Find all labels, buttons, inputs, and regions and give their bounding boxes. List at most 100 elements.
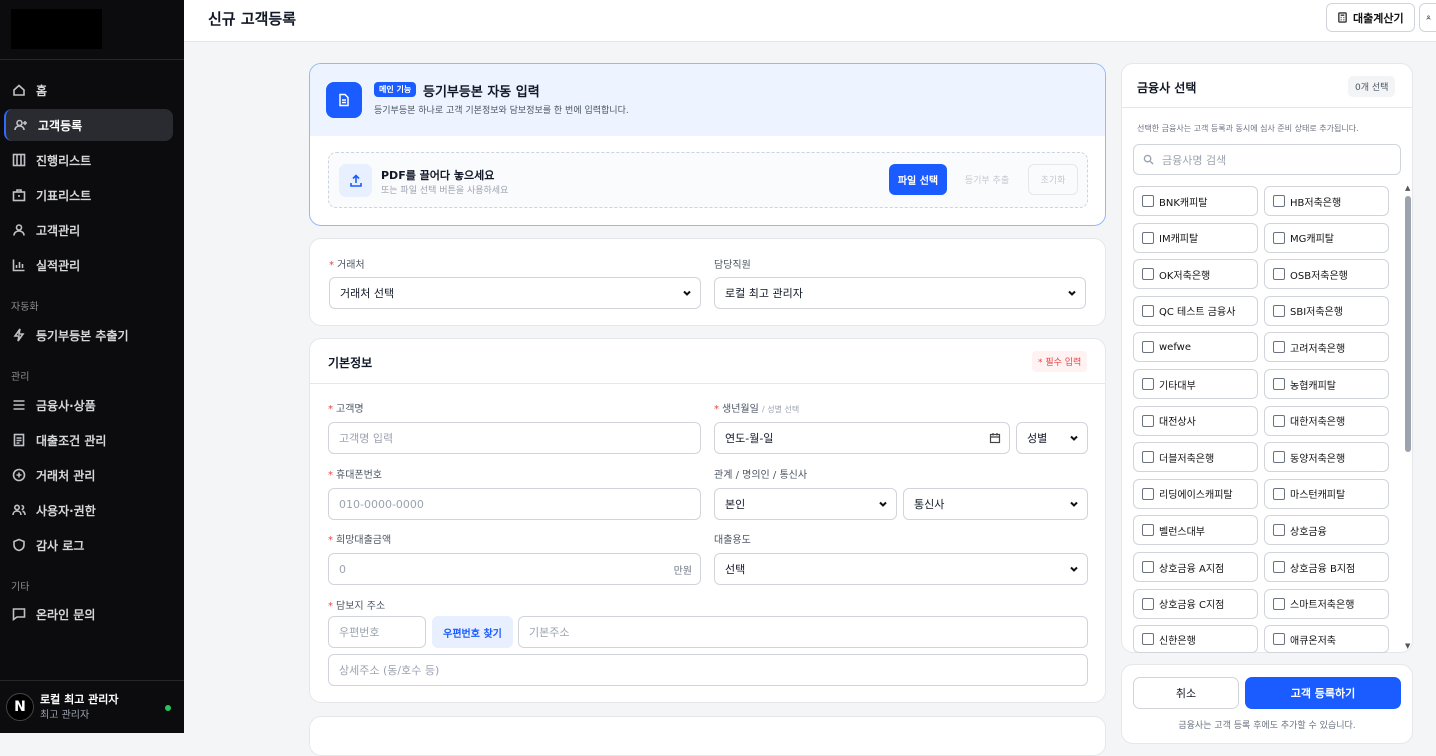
nav-progress-list[interactable]: 진행리스트	[4, 144, 173, 176]
chevron-down-icon	[683, 290, 691, 296]
nav-label: 고객관리	[36, 223, 81, 238]
users-icon	[12, 503, 26, 517]
main-feature-badge: 메인 기능	[374, 82, 417, 97]
customer-name-label: * 고객명	[328, 400, 364, 415]
nav-partners[interactable]: 거래처 관리	[4, 459, 173, 491]
scroll-up-icon[interactable]: ▲	[1405, 184, 1410, 192]
detail-address-input[interactable]: 상세주소 (동/호수 등)	[328, 654, 1088, 686]
relation-label: 관계 / 명의인 / 통신사	[714, 470, 808, 481]
loan-amount-input[interactable]: 0 만원	[328, 553, 701, 585]
lender-checkbox[interactable]: 농협캐피탈	[1264, 369, 1389, 399]
checkbox-icon	[1273, 341, 1285, 354]
lender-checkbox[interactable]: MG캐피탈	[1264, 222, 1389, 253]
scrollbar-thumb[interactable]	[1405, 196, 1411, 452]
chevron-down-icon	[1068, 290, 1076, 296]
online-status-dot	[165, 705, 171, 711]
relation-select[interactable]: 본인	[714, 488, 897, 520]
nav-customer-manage[interactable]: 고객관리	[4, 214, 173, 246]
nav-label: 기표리스트	[36, 188, 92, 203]
pdf-dropzone[interactable]: PDF를 끌어다 놓으세요 또는 파일 선택 버튼을 사용하세요 파일 선택 등…	[328, 152, 1088, 208]
reset-button[interactable]: 초기화	[1028, 164, 1078, 195]
lender-checkbox[interactable]: HB저축은행	[1264, 186, 1389, 216]
lender-checkbox[interactable]: 신한은행	[1133, 625, 1258, 654]
lender-checkbox[interactable]: BNK캐피탈	[1133, 186, 1258, 216]
relation-select-value: 본인	[725, 498, 746, 511]
lender-checkbox[interactable]: 동양저축은행	[1264, 442, 1389, 473]
section-auto: 자동화	[11, 302, 39, 313]
lender-checkbox-label: IM캐피탈	[1159, 234, 1199, 246]
chevron-down-icon	[1070, 501, 1078, 507]
carrier-select[interactable]: 통신사	[903, 488, 1088, 520]
checkbox-icon	[1142, 633, 1154, 646]
user-role: 최고 관리자	[40, 710, 90, 721]
lender-checkbox-label: 기타대부	[1159, 380, 1196, 392]
zipcode-input[interactable]: 우편번호	[328, 616, 426, 648]
user-plus-icon	[14, 118, 28, 132]
registry-auto-card: 메인 기능 등기부등본 자동 입력 등기부등본 하나로 고객 기본정보와 담보정…	[309, 63, 1106, 226]
loan-amount-placeholder: 0	[339, 562, 346, 576]
nav-online-inquiry[interactable]: 온라인 문의	[4, 598, 173, 630]
lender-checkbox[interactable]: QC 테스트 금융사	[1133, 295, 1258, 326]
lender-checkbox[interactable]: OSB저축은행	[1264, 259, 1389, 290]
birth-date-input[interactable]: 연도-월-일	[714, 422, 1010, 454]
lender-checkbox[interactable]: OK저축은행	[1133, 259, 1258, 290]
register-customer-button[interactable]: 고객 등록하기	[1245, 677, 1401, 709]
lender-checkbox[interactable]: 기타대부	[1133, 369, 1258, 399]
lender-checkbox[interactable]: 상호금융	[1264, 515, 1389, 546]
lender-checkbox[interactable]: 대전상사	[1133, 405, 1258, 436]
phone-input[interactable]: 010-0000-0000	[328, 488, 701, 520]
nav-loan-conditions[interactable]: 대출조건 관리	[4, 424, 173, 456]
base-address-input[interactable]: 기본주소	[518, 616, 1088, 648]
lender-checkbox[interactable]: 대한저축은행	[1264, 405, 1389, 436]
page-title: 신규 고객등록	[208, 10, 297, 28]
loan-calculator-label: 대출계산기	[1353, 11, 1404, 25]
scroll-down-icon[interactable]: ▼	[1405, 642, 1410, 650]
lender-checkbox[interactable]: IM캐피탈	[1133, 222, 1258, 253]
nav-performance[interactable]: 실적관리	[4, 249, 173, 281]
lender-checkbox[interactable]: 애큐온저축	[1264, 625, 1389, 654]
nav-registry-extractor[interactable]: 등기부등본 추출기	[4, 319, 173, 351]
registry-card-header	[310, 64, 1105, 136]
gender-select[interactable]: 성별	[1016, 422, 1088, 454]
nav-executed-list[interactable]: 기표리스트	[4, 179, 173, 211]
nav-lenders[interactable]: 금융사·상품	[4, 389, 173, 421]
extract-registry-button[interactable]: 등기부 추출	[956, 164, 1018, 195]
loan-purpose-select[interactable]: 선택	[714, 553, 1088, 585]
lender-checkbox[interactable]: SBI저축은행	[1264, 295, 1389, 326]
checkbox-icon	[1142, 487, 1154, 500]
lender-search-input[interactable]: 금융사명 검색	[1133, 144, 1401, 175]
required-badge: * 필수 입력	[1032, 351, 1088, 372]
birth-label-text: 생년월일	[722, 404, 759, 415]
basic-info-card: 기본정보 * 필수 입력 * 고객명 고객명 입력 * 생년월일 / 성별 선택 연…	[309, 338, 1106, 703]
lender-checkbox[interactable]: 리딩에이스캐피탈	[1133, 478, 1258, 509]
lender-checkbox[interactable]: 고려저축은행	[1264, 332, 1389, 363]
lender-checkbox[interactable]: 마스턴캐피탈	[1264, 478, 1389, 509]
user-profile[interactable]: N 로컬 최고 관리자 최고 관리자	[6, 693, 119, 721]
staff-select[interactable]: 로컬 최고 관리자	[714, 277, 1086, 309]
lender-checkbox[interactable]: 상호금융 B지점	[1264, 552, 1389, 582]
lender-checkbox[interactable]: wefwe	[1133, 332, 1258, 363]
nav-audit-log[interactable]: 감사 로그	[4, 529, 173, 561]
partner-select[interactable]: 거래처 선택	[329, 277, 701, 309]
customer-name-input[interactable]: 고객명 입력	[328, 422, 701, 454]
home-icon	[12, 83, 26, 97]
nav-label: 등기부등본 추출기	[36, 328, 129, 343]
lender-checkbox[interactable]: 스마트저축은행	[1264, 588, 1389, 619]
birth-date-value: 연도-월-일	[725, 432, 774, 445]
loan-calculator-button[interactable]: 대출계산기	[1326, 3, 1415, 32]
checkbox-icon	[1273, 561, 1285, 573]
file-select-button[interactable]: 파일 선택	[889, 164, 947, 195]
zipcode-search-button[interactable]: 우편번호 찾기	[432, 616, 513, 648]
cancel-button[interactable]: 취소	[1133, 677, 1239, 709]
lender-checkbox[interactable]: 벨런스대부	[1133, 515, 1258, 546]
lender-checkbox[interactable]: 상호금융 C지점	[1133, 588, 1258, 619]
account-button[interactable]	[1419, 3, 1436, 32]
nav-home[interactable]: 홈	[4, 74, 173, 106]
divider	[0, 680, 184, 681]
checkbox-icon	[1273, 451, 1285, 464]
nav-customer-register[interactable]: 고객등록	[4, 109, 173, 141]
lender-checkbox-label: 상호금융 C지점	[1159, 600, 1225, 612]
nav-users-permissions[interactable]: 사용자·권한	[4, 494, 173, 526]
lender-checkbox[interactable]: 상호금융 A지점	[1133, 552, 1258, 582]
lender-checkbox[interactable]: 더블저축은행	[1133, 442, 1258, 473]
